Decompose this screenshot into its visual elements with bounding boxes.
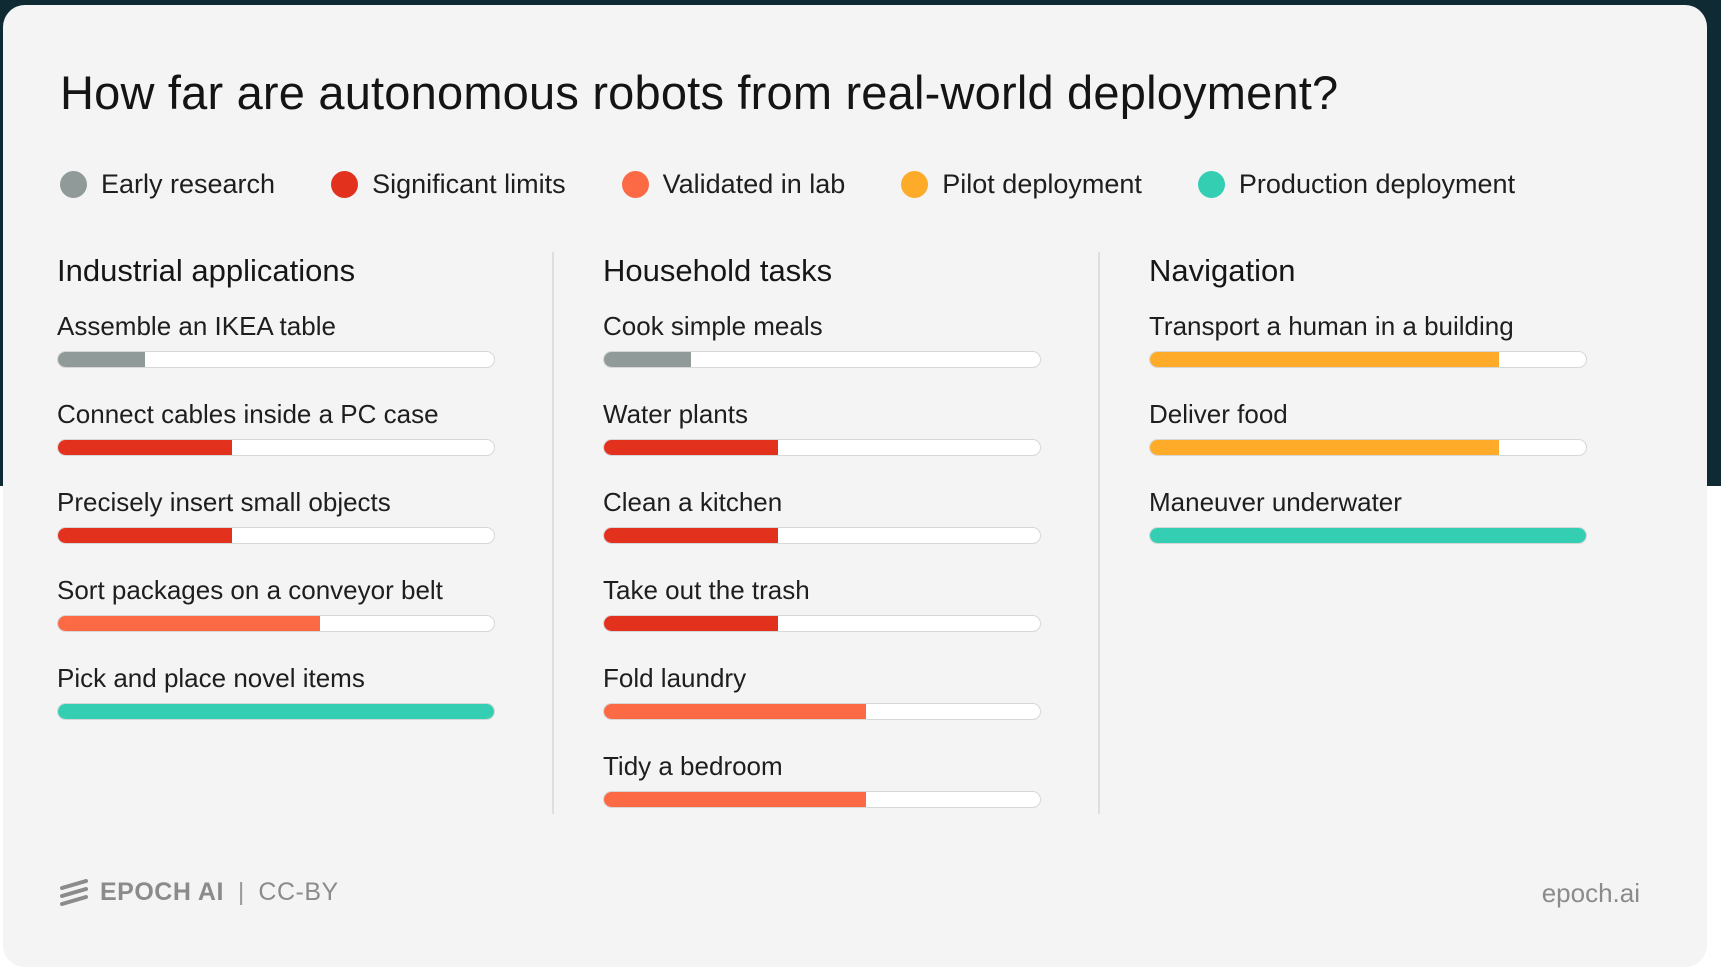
- task-label: Clean a kitchen: [603, 487, 783, 517]
- task-row: Precisely insert small objects: [57, 487, 497, 544]
- progress-track: [603, 615, 1041, 632]
- brand-name: EPOCH AI: [100, 878, 224, 906]
- epoch-logo-icon: [60, 878, 88, 906]
- legend-dot-icon: [1197, 171, 1225, 198]
- legend-dot-icon: [331, 171, 359, 198]
- progress-bar: [58, 440, 233, 455]
- legend-item: Validated in lab: [621, 169, 846, 200]
- legend-label: Validated in lab: [662, 169, 846, 199]
- task-row: Transport a human in a building: [1149, 311, 1589, 368]
- site-link[interactable]: epoch.ai: [1542, 878, 1640, 909]
- legend-item: Early research: [60, 169, 275, 200]
- task-label: Assemble an IKEA table: [57, 311, 336, 341]
- column-divider: [552, 252, 554, 814]
- task-label: Fold laundry: [603, 663, 747, 693]
- task-label: Pick and place novel items: [57, 663, 365, 693]
- task-label: Sort packages on a conveyor belt: [57, 575, 443, 605]
- progress-track: [603, 351, 1041, 368]
- progress-bar: [604, 792, 866, 807]
- task-row: Assemble an IKEA table: [57, 311, 497, 368]
- progress-track: [603, 703, 1041, 720]
- task-label: Take out the trash: [603, 575, 810, 605]
- legend-item: Production deployment: [1197, 169, 1516, 200]
- task-label: Precisely insert small objects: [57, 487, 391, 517]
- progress-bar: [1150, 440, 1499, 455]
- progress-track: [57, 439, 495, 456]
- task-row: Fold laundry: [603, 663, 1043, 720]
- task-row: Maneuver underwater: [1149, 487, 1589, 544]
- progress-track: [603, 791, 1041, 808]
- chart-title: How far are autonomous robots from real-…: [60, 66, 1339, 119]
- license-label: CC-BY: [258, 878, 339, 906]
- legend-dot-icon: [60, 171, 87, 198]
- group-title: Navigation: [1149, 253, 1296, 288]
- task-label: Tidy a bedroom: [603, 751, 783, 781]
- progress-bar: [604, 528, 779, 543]
- progress-track: [57, 527, 495, 544]
- task-row: Take out the trash: [603, 575, 1043, 632]
- progress-bar: [58, 528, 233, 543]
- task-row: Pick and place novel items: [57, 663, 497, 720]
- task-group: Industrial applications Assemble an IKEA …: [57, 253, 507, 720]
- task-group: Household tasks Cook simple meals Water pl…: [603, 253, 1053, 808]
- task-row: Connect cables inside a PC case: [57, 399, 497, 456]
- progress-bar: [604, 440, 779, 455]
- task-row: Clean a kitchen: [603, 487, 1043, 544]
- progress-bar: [58, 704, 494, 719]
- task-row: Deliver food: [1149, 399, 1589, 456]
- column-divider: [1098, 252, 1100, 814]
- task-row: Sort packages on a conveyor belt: [57, 575, 497, 632]
- legend-item: Significant limits: [331, 169, 566, 200]
- task-label: Maneuver underwater: [1149, 487, 1402, 517]
- progress-bar: [604, 704, 866, 719]
- progress-track: [1149, 527, 1587, 544]
- legend-label: Significant limits: [372, 169, 566, 199]
- task-label: Transport a human in a building: [1149, 311, 1514, 341]
- footer-separator: |: [237, 878, 245, 906]
- progress-track: [603, 527, 1041, 544]
- progress-track: [603, 439, 1041, 456]
- progress-bar: [1150, 528, 1586, 543]
- progress-track: [57, 351, 495, 368]
- progress-bar: [58, 352, 146, 367]
- task-label: Cook simple meals: [603, 311, 823, 341]
- group-title: Household tasks: [603, 253, 833, 288]
- legend-dot-icon: [901, 171, 929, 198]
- progress-track: [1149, 351, 1587, 368]
- task-label: Water plants: [603, 399, 748, 429]
- legend-label: Early research: [101, 169, 276, 199]
- task-label: Deliver food: [1149, 399, 1288, 429]
- progress-track: [57, 615, 495, 632]
- progress-bar: [58, 616, 320, 631]
- footer-brand: EPOCH AI | CC-BY: [60, 878, 339, 907]
- task-row: Cook simple meals: [603, 311, 1043, 368]
- task-row: Water plants: [603, 399, 1043, 456]
- group-title: Industrial applications: [57, 253, 356, 288]
- legend: Early research Significant limits Validate…: [60, 169, 1571, 200]
- progress-bar: [1150, 352, 1499, 367]
- progress-track: [1149, 439, 1587, 456]
- task-row: Tidy a bedroom: [603, 751, 1043, 808]
- legend-label: Production deployment: [1238, 169, 1516, 199]
- progress-track: [57, 703, 495, 720]
- legend-label: Pilot deployment: [942, 169, 1142, 199]
- progress-bar: [604, 616, 779, 631]
- progress-bar: [604, 352, 692, 367]
- chart-card: How far are autonomous robots from real-…: [3, 5, 1707, 967]
- task-group: Navigation Transport a human in a buildin…: [1149, 253, 1599, 544]
- legend-item: Pilot deployment: [901, 169, 1142, 200]
- task-label: Connect cables inside a PC case: [57, 399, 439, 429]
- legend-dot-icon: [621, 171, 649, 198]
